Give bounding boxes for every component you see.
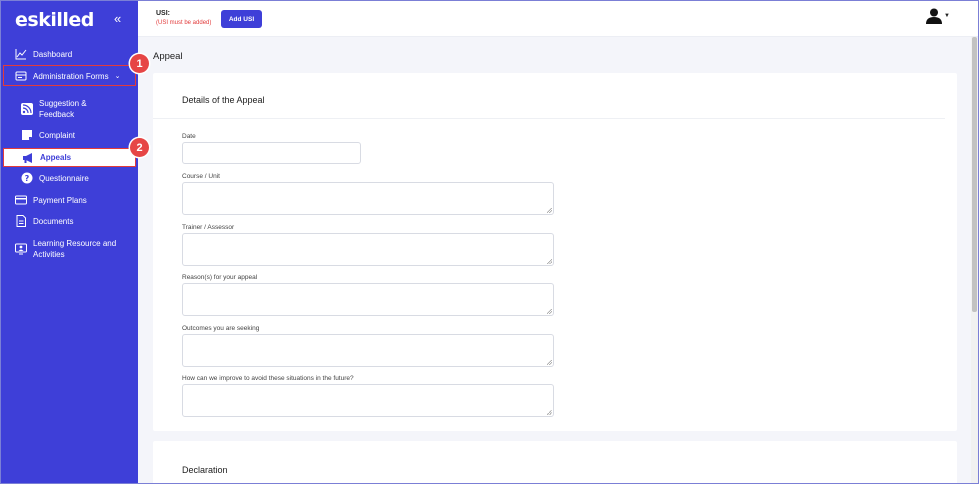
trainer-assessor-field[interactable] xyxy=(182,233,554,266)
declaration-card: Declaration xyxy=(153,441,957,483)
course-unit-label: Course / Unit xyxy=(182,173,220,180)
sidebar-item-label: Administration Forms xyxy=(33,71,109,81)
page-title: Appeal xyxy=(153,51,183,62)
collapse-sidebar-icon[interactable]: « xyxy=(114,11,121,26)
sidebar: eskilled « Dashboard Administration Form… xyxy=(1,1,149,483)
sidebar-item-label: Learning Resource and Activities xyxy=(33,239,117,259)
sidebar-item-label: Appeals xyxy=(40,153,72,162)
sidebar-item-documents[interactable]: Documents xyxy=(1,215,138,227)
appeal-details-card: Details of the Appeal Date Course / Unit… xyxy=(153,73,957,431)
sidebar-item-label: Complaint xyxy=(39,130,76,140)
forms-icon xyxy=(15,71,27,81)
vertical-scrollbar[interactable] xyxy=(971,37,978,483)
improvement-field[interactable] xyxy=(182,384,554,417)
usi-label: USI: xyxy=(156,10,170,17)
outcomes-label: Outcomes you are seeking xyxy=(182,325,260,332)
user-icon xyxy=(926,8,943,24)
date-label: Date xyxy=(182,133,196,140)
sidebar-item-label: Suggestion & Feedback xyxy=(39,99,87,119)
scrollbar-thumb[interactable] xyxy=(972,37,977,312)
trainer-assessor-label: Trainer / Assessor xyxy=(182,224,235,231)
eskilled-logo[interactable]: eskilled xyxy=(15,9,94,31)
question-icon: ? xyxy=(21,172,33,184)
step-badge-2: 2 xyxy=(130,138,149,157)
sidebar-item-payment-plans[interactable]: Payment Plans xyxy=(1,194,138,206)
chart-line-icon xyxy=(15,49,27,60)
reasons-label: Reason(s) for your appeal xyxy=(182,274,258,281)
sidebar-item-appeals[interactable]: Appeals xyxy=(3,148,136,167)
sidebar-item-label: Payment Plans xyxy=(33,195,87,205)
document-icon xyxy=(16,215,26,227)
sidebar-item-complaint[interactable]: Complaint xyxy=(1,129,138,141)
svg-text:?: ? xyxy=(25,174,30,183)
note-icon xyxy=(22,130,32,140)
sidebar-item-learning-resources[interactable]: Learning Resource and Activities xyxy=(1,237,138,261)
reasons-field[interactable] xyxy=(182,283,554,316)
declaration-title: Declaration xyxy=(182,465,228,475)
sidebar-item-administration-forms[interactable]: Administration Forms ⌄ xyxy=(1,69,138,83)
sidebar-item-label: Documents xyxy=(33,216,74,226)
sidebar-item-label: Dashboard xyxy=(33,49,73,59)
app-window: eskilled « Dashboard Administration Form… xyxy=(0,0,979,484)
usi-warning: (USI must be added) xyxy=(156,20,212,26)
monitor-user-icon xyxy=(15,243,27,255)
improvement-label: How can we improve to avoid these situat… xyxy=(182,375,354,382)
divider xyxy=(153,118,945,119)
add-usi-button[interactable]: Add USI xyxy=(221,10,262,28)
top-bar: USI: (USI must be added) Add USI ▼ xyxy=(138,1,978,37)
user-menu[interactable]: ▼ xyxy=(926,8,950,24)
sidebar-item-questionnaire[interactable]: ? Questionnaire xyxy=(1,172,138,184)
outcomes-field[interactable] xyxy=(182,334,554,367)
credit-card-icon xyxy=(15,195,27,205)
rss-icon xyxy=(21,103,33,115)
step-badge-1: 1 xyxy=(130,54,149,73)
megaphone-icon xyxy=(23,152,32,163)
course-unit-field[interactable] xyxy=(182,182,554,215)
date-field[interactable] xyxy=(182,142,361,164)
card-title: Details of the Appeal xyxy=(182,95,265,105)
caret-down-icon: ▼ xyxy=(944,13,950,19)
logo-text: eskilled xyxy=(15,9,94,31)
sidebar-item-suggestion-feedback[interactable]: Suggestion & Feedback xyxy=(1,97,138,121)
sidebar-item-label: Questionnaire xyxy=(39,173,89,183)
chevron-down-icon: ⌄ xyxy=(114,73,121,80)
sidebar-item-dashboard[interactable]: Dashboard xyxy=(1,47,138,61)
